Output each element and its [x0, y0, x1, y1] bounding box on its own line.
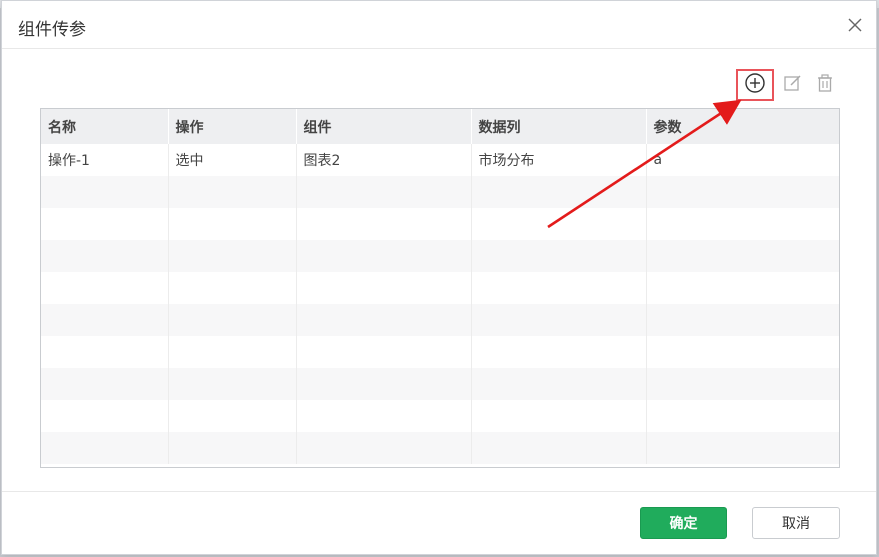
table-row[interactable]: [41, 400, 839, 432]
table-cell: [471, 304, 647, 336]
table-cell: [296, 336, 472, 368]
table-cell: [168, 368, 297, 400]
table-cell: [296, 272, 472, 304]
table-row[interactable]: [41, 336, 839, 368]
table-cell: [41, 176, 169, 208]
table-cell: [168, 400, 297, 432]
table-row[interactable]: [41, 208, 839, 240]
table-cell: [471, 368, 647, 400]
table-cell: [646, 368, 839, 400]
table-cell: [41, 400, 169, 432]
table-cell: [471, 336, 647, 368]
table-cell: [296, 208, 472, 240]
trash-icon: [815, 73, 835, 97]
table-cell: [168, 272, 297, 304]
table-cell: [168, 208, 297, 240]
table-cell: [471, 432, 647, 464]
confirm-button[interactable]: 确定: [640, 507, 727, 539]
table-cell: [41, 208, 169, 240]
table-cell: [296, 400, 472, 432]
table-cell: a: [653, 152, 663, 168]
table-cell: [41, 240, 169, 272]
table-row[interactable]: [41, 432, 839, 464]
params-table: 名称 操作 组件 数据列 参数 操作-1 选中 图表2 市场分布 a: [40, 108, 840, 468]
table-cell: 图表2: [296, 144, 472, 176]
table-cell: [168, 336, 297, 368]
dialog-footer: 确定 取消: [2, 491, 876, 554]
table-cell: [41, 336, 169, 368]
edit-icon: [783, 73, 803, 97]
table-cell: [296, 176, 472, 208]
table-cell: [296, 432, 472, 464]
table-cell: [646, 304, 839, 336]
table-cell: [646, 336, 839, 368]
component-params-dialog: 组件传参 名称 操作 组件 数据列 参数 操作-1 选中 图表2 市场分布 a …: [1, 0, 877, 555]
table-cell: [168, 304, 297, 336]
table-cell: 选中: [168, 144, 297, 176]
add-button[interactable]: [736, 69, 774, 101]
table-cell: [646, 400, 839, 432]
table-row[interactable]: [41, 176, 839, 208]
column-header-component[interactable]: 组件: [296, 109, 472, 144]
table-cell: [646, 176, 839, 208]
table-cell: [168, 176, 297, 208]
table-toolbar: [736, 69, 876, 101]
table-row[interactable]: [41, 240, 839, 272]
table-cell: 市场分布: [471, 144, 647, 176]
table-cell: 操作-1: [41, 144, 169, 176]
table-cell: [471, 240, 647, 272]
table-cell: [168, 240, 297, 272]
close-icon[interactable]: [844, 14, 866, 36]
table-cell: [296, 304, 472, 336]
column-header-data-column[interactable]: 数据列: [471, 109, 647, 144]
table-row[interactable]: 操作-1 选中 图表2 市场分布 a: [41, 144, 839, 176]
table-cell: [296, 368, 472, 400]
table-row[interactable]: [41, 368, 839, 400]
table-cell: [41, 432, 169, 464]
plus-circle-icon: [744, 72, 766, 98]
table-cell: [646, 432, 839, 464]
dialog-header: 组件传参: [2, 1, 876, 49]
table-cell: [646, 272, 839, 304]
column-header-action[interactable]: 操作: [168, 109, 297, 144]
column-header-param[interactable]: 参数: [646, 109, 839, 144]
table-row[interactable]: [41, 272, 839, 304]
table-cell: [646, 208, 839, 240]
table-cell: [296, 240, 472, 272]
table-cell: [471, 208, 647, 240]
table-cell: [646, 240, 839, 272]
table-cell: [41, 368, 169, 400]
table-cell: [471, 272, 647, 304]
table-cell: [168, 432, 297, 464]
table-cell: [41, 304, 169, 336]
table-cell: [41, 272, 169, 304]
table-row[interactable]: [41, 304, 839, 336]
table-header-row: 名称 操作 组件 数据列 参数: [41, 109, 839, 144]
column-header-name[interactable]: 名称: [41, 109, 169, 144]
dialog-title: 组件传参: [18, 20, 86, 40]
table-cell: [471, 400, 647, 432]
table-cell: [471, 176, 647, 208]
delete-button[interactable]: [806, 69, 844, 101]
cancel-button[interactable]: 取消: [752, 507, 840, 539]
